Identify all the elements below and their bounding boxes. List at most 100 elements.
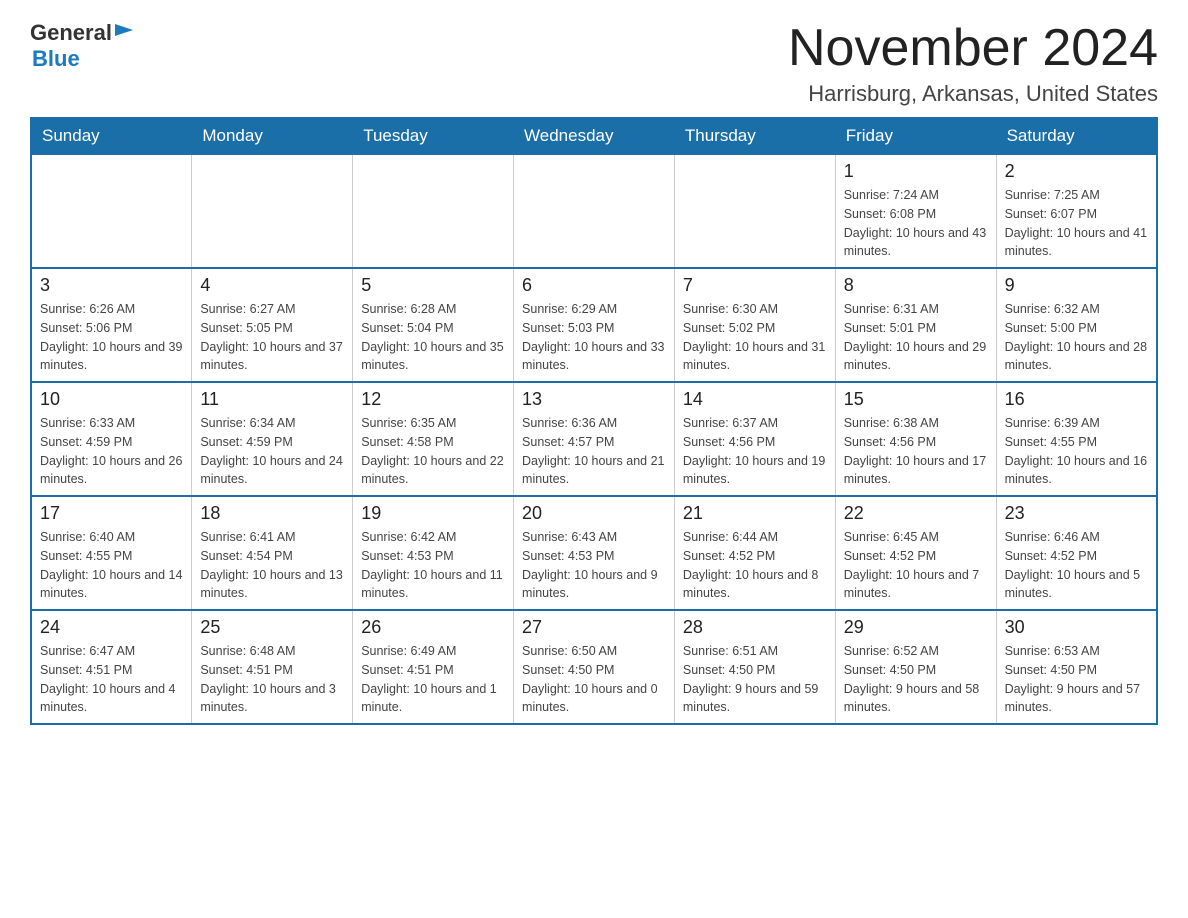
day-number: 14 xyxy=(683,389,827,410)
day-number: 23 xyxy=(1005,503,1148,524)
calendar-cell: 20 Sunrise: 6:43 AM Sunset: 4:53 PM Dayli… xyxy=(514,496,675,610)
day-info: Sunrise: 6:29 AM Sunset: 5:03 PM Dayligh… xyxy=(522,300,666,375)
day-number: 29 xyxy=(844,617,988,638)
day-info: Sunrise: 6:46 AM Sunset: 4:52 PM Dayligh… xyxy=(1005,528,1148,603)
day-number: 24 xyxy=(40,617,183,638)
weekday-header-saturday: Saturday xyxy=(996,118,1157,155)
day-info: Sunrise: 6:28 AM Sunset: 5:04 PM Dayligh… xyxy=(361,300,505,375)
day-info: Sunrise: 6:38 AM Sunset: 4:56 PM Dayligh… xyxy=(844,414,988,489)
location: Harrisburg, Arkansas, United States xyxy=(788,81,1158,107)
day-info: Sunrise: 6:36 AM Sunset: 4:57 PM Dayligh… xyxy=(522,414,666,489)
day-info: Sunrise: 6:45 AM Sunset: 4:52 PM Dayligh… xyxy=(844,528,988,603)
day-info: Sunrise: 6:31 AM Sunset: 5:01 PM Dayligh… xyxy=(844,300,988,375)
calendar-cell: 11 Sunrise: 6:34 AM Sunset: 4:59 PM Dayli… xyxy=(192,382,353,496)
day-number: 13 xyxy=(522,389,666,410)
day-number: 21 xyxy=(683,503,827,524)
logo-general-text: General xyxy=(30,20,112,46)
day-info: Sunrise: 6:37 AM Sunset: 4:56 PM Dayligh… xyxy=(683,414,827,489)
calendar-cell: 15 Sunrise: 6:38 AM Sunset: 4:56 PM Dayli… xyxy=(835,382,996,496)
day-number: 26 xyxy=(361,617,505,638)
weekday-header-sunday: Sunday xyxy=(31,118,192,155)
weekday-header-row: SundayMondayTuesdayWednesdayThursdayFrid… xyxy=(31,118,1157,155)
weekday-header-tuesday: Tuesday xyxy=(353,118,514,155)
calendar-cell: 10 Sunrise: 6:33 AM Sunset: 4:59 PM Dayli… xyxy=(31,382,192,496)
calendar-cell: 7 Sunrise: 6:30 AM Sunset: 5:02 PM Daylig… xyxy=(674,268,835,382)
weekday-header-thursday: Thursday xyxy=(674,118,835,155)
calendar-cell xyxy=(31,155,192,269)
calendar-cell: 30Sunrise: 6:53 AM Sunset: 4:50 PM Dayli… xyxy=(996,610,1157,724)
calendar-week-row: 10 Sunrise: 6:33 AM Sunset: 4:59 PM Dayli… xyxy=(31,382,1157,496)
month-title: November 2024 xyxy=(788,20,1158,77)
day-number: 22 xyxy=(844,503,988,524)
calendar-cell: 19 Sunrise: 6:42 AM Sunset: 4:53 PM Dayli… xyxy=(353,496,514,610)
day-info: Sunrise: 6:43 AM Sunset: 4:53 PM Dayligh… xyxy=(522,528,666,603)
day-number: 11 xyxy=(200,389,344,410)
day-info: Sunrise: 6:41 AM Sunset: 4:54 PM Dayligh… xyxy=(200,528,344,603)
title-section: November 2024 Harrisburg, Arkansas, Unit… xyxy=(788,20,1158,107)
day-info: Sunrise: 6:42 AM Sunset: 4:53 PM Dayligh… xyxy=(361,528,505,603)
day-number: 3 xyxy=(40,275,183,296)
calendar-cell: 22 Sunrise: 6:45 AM Sunset: 4:52 PM Dayli… xyxy=(835,496,996,610)
logo: General Blue xyxy=(30,20,136,72)
calendar-cell: 24 Sunrise: 6:47 AM Sunset: 4:51 PM Dayli… xyxy=(31,610,192,724)
day-info: Sunrise: 6:40 AM Sunset: 4:55 PM Dayligh… xyxy=(40,528,183,603)
day-number: 9 xyxy=(1005,275,1148,296)
day-number: 8 xyxy=(844,275,988,296)
weekday-header-monday: Monday xyxy=(192,118,353,155)
day-number: 2 xyxy=(1005,161,1148,182)
calendar-cell: 28 Sunrise: 6:51 AM Sunset: 4:50 PM Dayli… xyxy=(674,610,835,724)
day-info: Sunrise: 6:51 AM Sunset: 4:50 PM Dayligh… xyxy=(683,642,827,717)
calendar-cell: 3 Sunrise: 6:26 AM Sunset: 5:06 PM Daylig… xyxy=(31,268,192,382)
day-number: 28 xyxy=(683,617,827,638)
day-number: 18 xyxy=(200,503,344,524)
calendar-cell: 14 Sunrise: 6:37 AM Sunset: 4:56 PM Dayli… xyxy=(674,382,835,496)
calendar-cell: 29Sunrise: 6:52 AM Sunset: 4:50 PM Dayli… xyxy=(835,610,996,724)
day-info: Sunrise: 6:33 AM Sunset: 4:59 PM Dayligh… xyxy=(40,414,183,489)
day-info: Sunrise: 6:49 AM Sunset: 4:51 PM Dayligh… xyxy=(361,642,505,717)
calendar-cell: 2Sunrise: 7:25 AM Sunset: 6:07 PM Daylig… xyxy=(996,155,1157,269)
day-info: Sunrise: 7:24 AM Sunset: 6:08 PM Dayligh… xyxy=(844,186,988,261)
calendar-cell xyxy=(674,155,835,269)
day-number: 30 xyxy=(1005,617,1148,638)
day-number: 19 xyxy=(361,503,505,524)
day-number: 7 xyxy=(683,275,827,296)
day-info: Sunrise: 6:48 AM Sunset: 4:51 PM Dayligh… xyxy=(200,642,344,717)
calendar-week-row: 24 Sunrise: 6:47 AM Sunset: 4:51 PM Dayli… xyxy=(31,610,1157,724)
calendar-cell: 18 Sunrise: 6:41 AM Sunset: 4:54 PM Dayli… xyxy=(192,496,353,610)
day-number: 1 xyxy=(844,161,988,182)
calendar-cell: 9Sunrise: 6:32 AM Sunset: 5:00 PM Daylig… xyxy=(996,268,1157,382)
day-number: 16 xyxy=(1005,389,1148,410)
calendar-cell xyxy=(514,155,675,269)
day-info: Sunrise: 6:27 AM Sunset: 5:05 PM Dayligh… xyxy=(200,300,344,375)
calendar-cell: 17Sunrise: 6:40 AM Sunset: 4:55 PM Dayli… xyxy=(31,496,192,610)
day-info: Sunrise: 6:47 AM Sunset: 4:51 PM Dayligh… xyxy=(40,642,183,717)
day-info: Sunrise: 6:34 AM Sunset: 4:59 PM Dayligh… xyxy=(200,414,344,489)
day-number: 25 xyxy=(200,617,344,638)
calendar-cell: 26 Sunrise: 6:49 AM Sunset: 4:51 PM Dayli… xyxy=(353,610,514,724)
page-header: General Blue November 2024 Harrisburg, A… xyxy=(30,20,1158,107)
logo-flag-icon xyxy=(113,22,135,44)
calendar-cell: 5 Sunrise: 6:28 AM Sunset: 5:04 PM Daylig… xyxy=(353,268,514,382)
calendar-cell: 23 Sunrise: 6:46 AM Sunset: 4:52 PM Dayli… xyxy=(996,496,1157,610)
day-number: 20 xyxy=(522,503,666,524)
calendar-cell: 12 Sunrise: 6:35 AM Sunset: 4:58 PM Dayli… xyxy=(353,382,514,496)
calendar-cell: 1 Sunrise: 7:24 AM Sunset: 6:08 PM Daylig… xyxy=(835,155,996,269)
calendar-week-row: 1 Sunrise: 7:24 AM Sunset: 6:08 PM Daylig… xyxy=(31,155,1157,269)
day-number: 15 xyxy=(844,389,988,410)
day-number: 27 xyxy=(522,617,666,638)
day-number: 10 xyxy=(40,389,183,410)
day-info: Sunrise: 6:30 AM Sunset: 5:02 PM Dayligh… xyxy=(683,300,827,375)
day-number: 12 xyxy=(361,389,505,410)
day-number: 6 xyxy=(522,275,666,296)
weekday-header-wednesday: Wednesday xyxy=(514,118,675,155)
day-info: Sunrise: 6:44 AM Sunset: 4:52 PM Dayligh… xyxy=(683,528,827,603)
logo-blue-text: Blue xyxy=(32,46,80,71)
day-info: Sunrise: 6:35 AM Sunset: 4:58 PM Dayligh… xyxy=(361,414,505,489)
calendar-week-row: 17Sunrise: 6:40 AM Sunset: 4:55 PM Dayli… xyxy=(31,496,1157,610)
calendar-cell: 27 Sunrise: 6:50 AM Sunset: 4:50 PM Dayli… xyxy=(514,610,675,724)
calendar-cell xyxy=(353,155,514,269)
day-number: 5 xyxy=(361,275,505,296)
day-info: Sunrise: 6:50 AM Sunset: 4:50 PM Dayligh… xyxy=(522,642,666,717)
day-info: Sunrise: 6:26 AM Sunset: 5:06 PM Dayligh… xyxy=(40,300,183,375)
calendar-cell: 4Sunrise: 6:27 AM Sunset: 5:05 PM Daylig… xyxy=(192,268,353,382)
